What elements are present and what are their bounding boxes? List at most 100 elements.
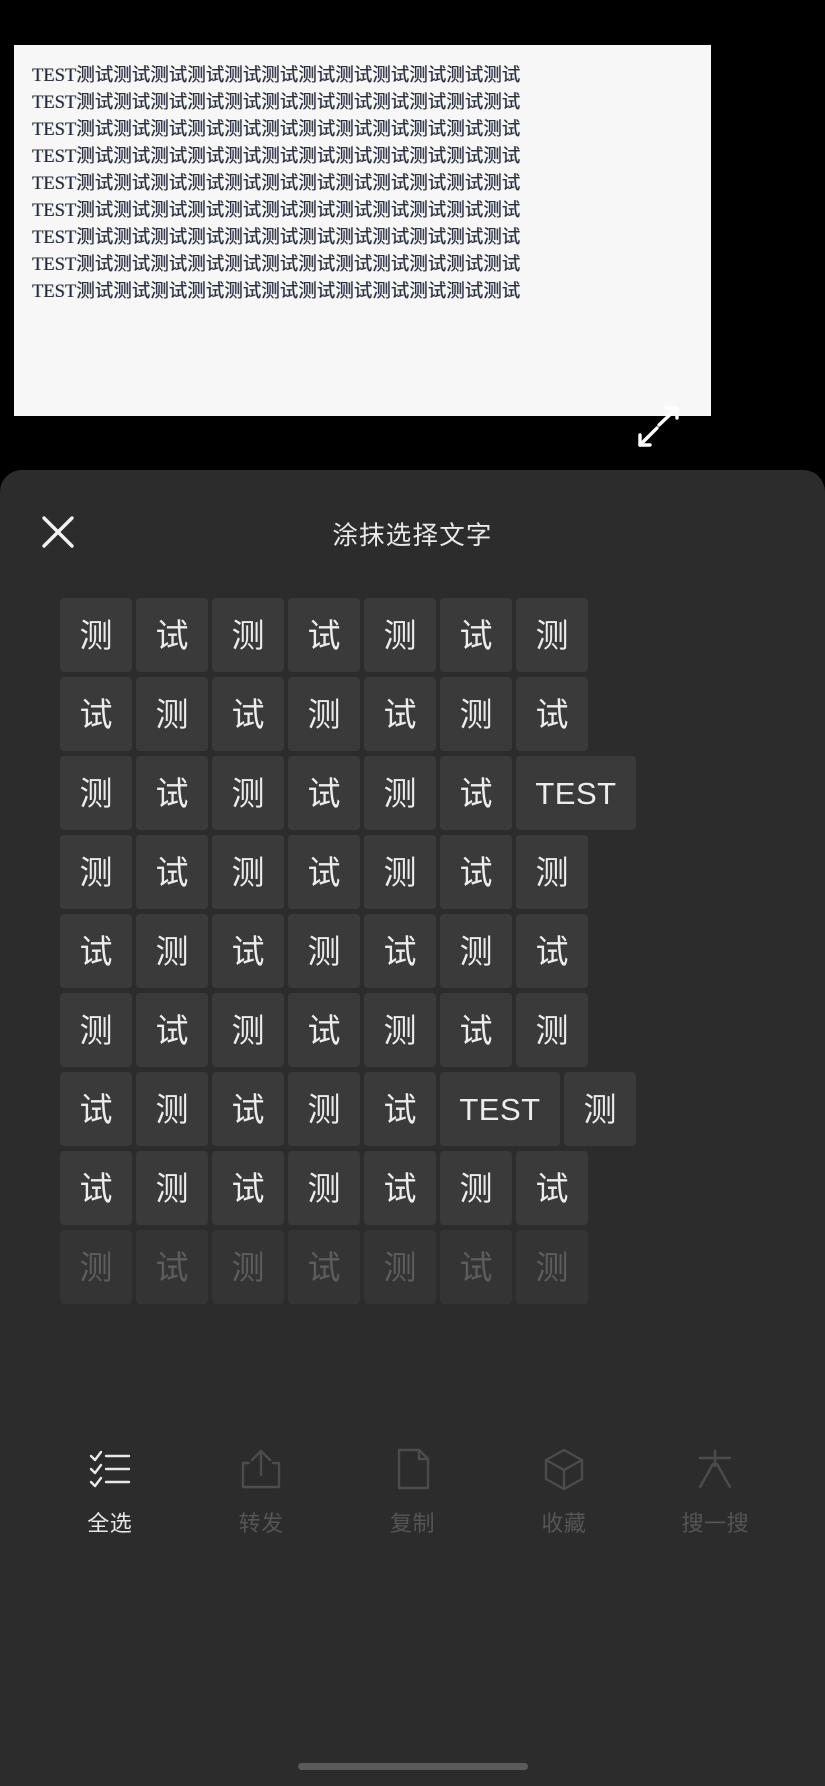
toolbar-label: 复制 <box>390 1512 436 1537</box>
char-tile[interactable]: 试 <box>288 756 360 830</box>
char-tile[interactable]: 测 <box>288 1072 360 1146</box>
char-tile[interactable]: 测 <box>364 598 436 672</box>
char-tile[interactable]: 测 <box>288 1151 360 1225</box>
document-line: TEST测试测试测试测试测试测试测试测试测试测试测试测试 <box>32 201 521 221</box>
char-tile[interactable]: 测 <box>212 993 284 1067</box>
grid-row: 测 试 测 试 测 试 测 <box>60 835 765 909</box>
grid-row: 测 试 测 试 测 试 测 <box>60 598 765 672</box>
grid-row: 测 试 测 试 测 试 TEST <box>60 756 765 830</box>
document-preview-card[interactable]: TEST测试测试测试测试测试测试测试测试测试测试测试测试 TEST测试测试测试测… <box>14 45 711 416</box>
char-tile[interactable]: 测 <box>364 993 436 1067</box>
char-tile[interactable]: 试 <box>516 1151 588 1225</box>
toolbar-item-select-all[interactable]: 全选 <box>34 1446 185 1538</box>
char-tile[interactable]: 试 <box>136 598 208 672</box>
char-tile[interactable]: 试 <box>364 914 436 988</box>
share-icon <box>238 1446 284 1492</box>
char-tile[interactable]: 测 <box>440 1151 512 1225</box>
toolbar-label: 收藏 <box>541 1512 587 1537</box>
expand-arrows-icon[interactable] <box>632 404 684 452</box>
char-tile[interactable]: 测 <box>136 914 208 988</box>
toolbar-item-forward[interactable]: 转发 <box>185 1446 336 1538</box>
char-tile[interactable]: 测 <box>516 993 588 1067</box>
char-tile[interactable]: 试 <box>364 677 436 751</box>
char-tile[interactable]: 试 <box>516 677 588 751</box>
toolbar-label: 转发 <box>238 1512 284 1537</box>
document-line: TEST测试测试测试测试测试测试测试测试测试测试测试测试 <box>32 147 521 167</box>
char-tile[interactable]: 试 <box>440 993 512 1067</box>
char-tile[interactable]: 测 <box>364 1230 436 1304</box>
char-tile[interactable]: 试 <box>288 598 360 672</box>
char-tile[interactable]: 试 <box>440 1230 512 1304</box>
char-tile[interactable]: 测 <box>288 677 360 751</box>
document-line: TEST测试测试测试测试测试测试测试测试测试测试测试测试 <box>32 255 521 275</box>
char-tile[interactable]: 测 <box>564 1072 636 1146</box>
toolbar-item-copy[interactable]: 复制 <box>337 1446 488 1538</box>
char-tile[interactable]: 试 <box>440 756 512 830</box>
grid-row: 试 测 试 测 试 测 试 <box>60 1151 765 1225</box>
char-tile[interactable]: 试 <box>136 835 208 909</box>
screen-root: TEST测试测试测试测试测试测试测试测试测试测试测试测试 TEST测试测试测试测… <box>0 0 825 1786</box>
document-line: TEST测试测试测试测试测试测试测试测试测试测试测试测试 <box>32 228 521 248</box>
char-tile[interactable]: 测 <box>136 1072 208 1146</box>
document-line: TEST测试测试测试测试测试测试测试测试测试测试测试测试 <box>32 282 521 302</box>
char-tile[interactable]: 试 <box>136 756 208 830</box>
char-tile[interactable]: 试 <box>60 677 132 751</box>
char-tile[interactable]: 测 <box>60 993 132 1067</box>
home-indicator <box>297 1763 528 1770</box>
char-tile[interactable]: 测 <box>516 1230 588 1304</box>
grid-row: 测 试 测 试 测 试 测 <box>60 1230 765 1304</box>
char-tile[interactable]: 测 <box>212 598 284 672</box>
toolbar-label: 全选 <box>87 1512 133 1537</box>
char-tile[interactable]: 试 <box>136 1230 208 1304</box>
char-tile[interactable]: 测 <box>516 835 588 909</box>
character-grid[interactable]: 测 试 测 试 测 试 测 试 测 试 测 试 测 试 测 试 测 试 测 试 … <box>0 598 825 1408</box>
search-big-icon <box>692 1446 738 1492</box>
char-tile-word[interactable]: TEST <box>516 756 636 830</box>
char-tile[interactable]: 试 <box>288 1230 360 1304</box>
toolbar-item-favorite[interactable]: 收藏 <box>488 1446 639 1538</box>
char-tile[interactable]: 试 <box>212 1151 284 1225</box>
char-tile[interactable]: 试 <box>60 914 132 988</box>
char-tile[interactable]: 测 <box>212 756 284 830</box>
sheet-title: 涂抹选择文字 <box>332 521 493 551</box>
grid-row: 试 测 试 测 试 测 试 <box>60 677 765 751</box>
action-toolbar: 全选 转发 复制 收藏 搜一搜 <box>0 1446 825 1538</box>
document-text-body: TEST测试测试测试测试测试测试测试测试测试测试测试测试 TEST测试测试测试测… <box>14 45 711 306</box>
char-tile[interactable]: 测 <box>440 914 512 988</box>
box-icon <box>541 1446 587 1492</box>
char-tile[interactable]: 测 <box>136 1151 208 1225</box>
char-tile[interactable]: 试 <box>60 1151 132 1225</box>
char-tile[interactable]: 试 <box>212 1072 284 1146</box>
char-tile[interactable]: 试 <box>288 993 360 1067</box>
char-tile[interactable]: 测 <box>516 598 588 672</box>
document-line: TEST测试测试测试测试测试测试测试测试测试测试测试测试 <box>32 66 521 86</box>
toolbar-label: 搜一搜 <box>681 1512 750 1537</box>
char-tile[interactable]: 试 <box>364 1072 436 1146</box>
document-line: TEST测试测试测试测试测试测试测试测试测试测试测试测试 <box>32 174 521 194</box>
char-tile[interactable]: 测 <box>364 756 436 830</box>
toolbar-item-search[interactable]: 搜一搜 <box>640 1446 791 1538</box>
char-tile[interactable]: 测 <box>364 835 436 909</box>
char-tile[interactable]: 测 <box>136 677 208 751</box>
document-line: TEST测试测试测试测试测试测试测试测试测试测试测试测试 <box>32 120 521 140</box>
char-tile[interactable]: 测 <box>440 677 512 751</box>
char-tile[interactable]: 试 <box>136 993 208 1067</box>
char-tile[interactable]: 试 <box>60 1072 132 1146</box>
char-tile[interactable]: 试 <box>212 914 284 988</box>
char-tile[interactable]: 试 <box>212 677 284 751</box>
char-tile[interactable]: 测 <box>212 1230 284 1304</box>
char-tile[interactable]: 试 <box>440 598 512 672</box>
char-tile[interactable]: 试 <box>516 914 588 988</box>
document-line: TEST测试测试测试测试测试测试测试测试测试测试测试测试 <box>32 93 521 113</box>
char-tile[interactable]: 测 <box>60 835 132 909</box>
char-tile[interactable]: 试 <box>288 835 360 909</box>
char-tile[interactable]: 测 <box>212 835 284 909</box>
char-tile[interactable]: 测 <box>60 1230 132 1304</box>
char-tile-word[interactable]: TEST <box>440 1072 560 1146</box>
char-tile[interactable]: 测 <box>60 756 132 830</box>
char-tile[interactable]: 试 <box>364 1151 436 1225</box>
document-icon <box>390 1446 436 1492</box>
char-tile[interactable]: 试 <box>440 835 512 909</box>
char-tile[interactable]: 测 <box>288 914 360 988</box>
char-tile[interactable]: 测 <box>60 598 132 672</box>
